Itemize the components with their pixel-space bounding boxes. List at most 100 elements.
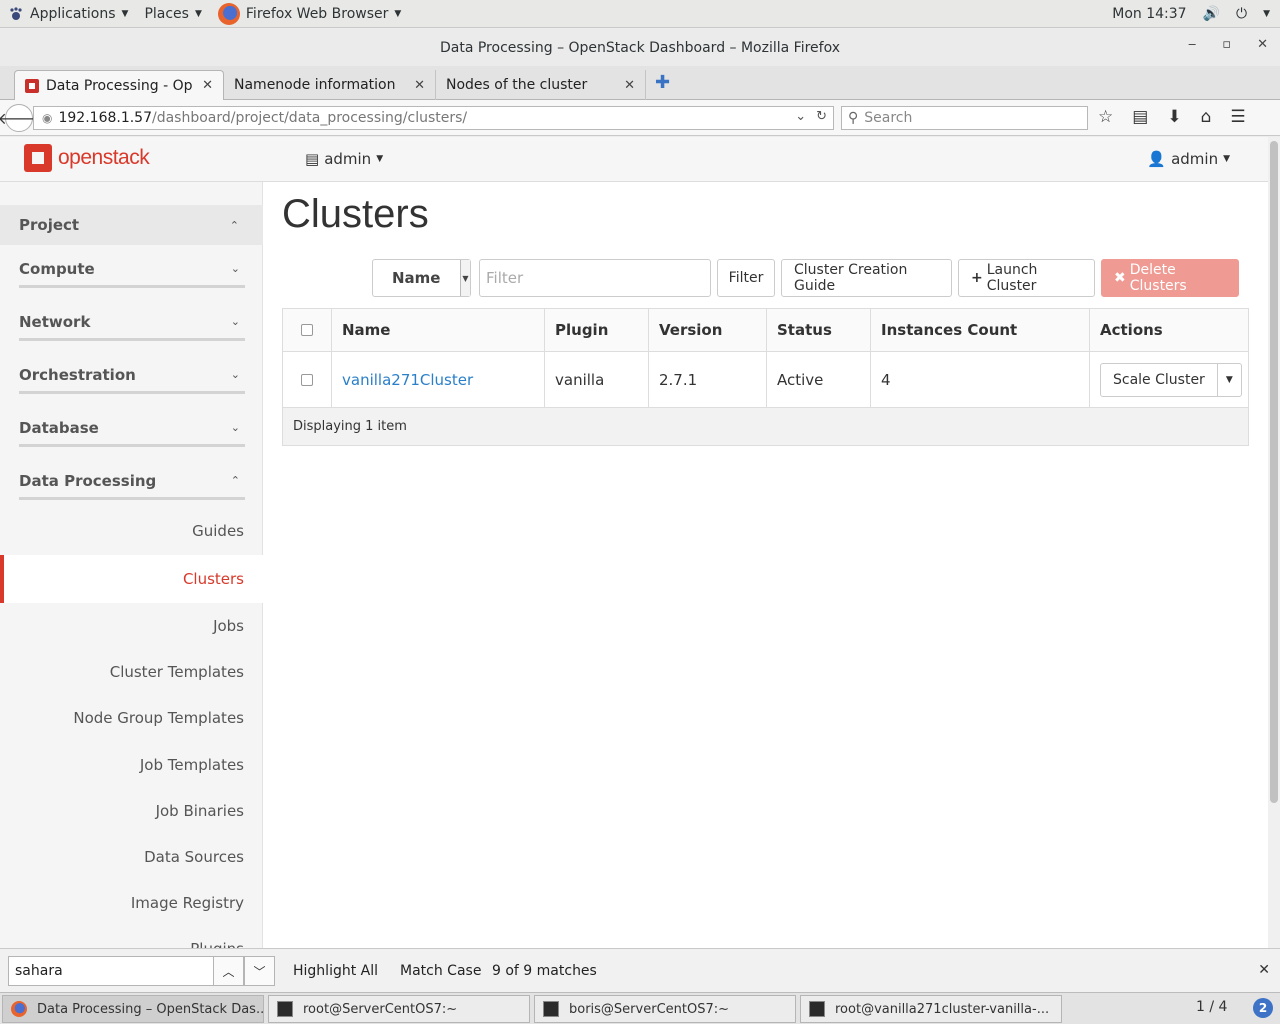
taskbar-item-firefox[interactable]: Data Processing – OpenStack Das... (2, 995, 264, 1023)
column-header-instances-count[interactable]: Instances Count (871, 309, 1090, 351)
column-header-plugin[interactable]: Plugin (545, 309, 649, 351)
cluster-name-link[interactable]: vanilla271Cluster (342, 371, 473, 389)
applications-label: Applications (30, 5, 116, 22)
chevron-down-icon[interactable]: ▼ (1263, 9, 1270, 19)
match-case-toggle[interactable]: Match Case (400, 963, 481, 979)
project-selector[interactable]: ▤ admin ▼ (305, 150, 383, 168)
reload-icon[interactable]: ↻ (816, 109, 827, 124)
sidebar-item-clusters[interactable]: Clusters (0, 555, 263, 603)
sidebar-section-label: Orchestration (19, 365, 136, 384)
sidebar-item-job-templates[interactable]: Job Templates (0, 742, 263, 788)
table-header: Name Plugin Version Status Instances Cou… (283, 309, 1248, 352)
url-history-dropdown-icon[interactable]: ⌄ (795, 109, 806, 124)
column-header-actions: Actions (1100, 321, 1163, 339)
user-menu[interactable]: 👤 admin ▼ (1147, 150, 1230, 168)
sidebar-item-job-binaries[interactable]: Job Binaries (0, 788, 263, 834)
clock[interactable]: Mon 14:37 (1112, 6, 1186, 22)
terminal-icon (543, 1001, 559, 1017)
sidebar-section-orchestration[interactable]: Orchestration ⌄ (19, 358, 245, 394)
site-info-icon[interactable]: ◉ (42, 111, 52, 125)
places-menu[interactable]: Places ▼ (136, 0, 209, 28)
taskbar-item-terminal[interactable]: root@ServerCentOS7:~ (268, 995, 530, 1023)
close-icon[interactable]: ✕ (202, 78, 213, 93)
tab-strip: Data Processing - Op... ✕ Namenode infor… (0, 66, 1280, 100)
close-icon[interactable]: ✕ (624, 78, 635, 93)
filter-button[interactable]: Filter (717, 259, 775, 297)
search-bar[interactable]: ⚲ (841, 106, 1088, 130)
instances-count-cell: 4 (871, 352, 1090, 407)
window-titlebar[interactable]: Data Processing – OpenStack Dashboard – … (0, 29, 1280, 66)
sidebar-item-label: Data Sources (144, 848, 244, 866)
tab-label: Namenode information (234, 77, 396, 93)
reading-list-icon[interactable]: ▤ (1132, 107, 1148, 127)
downloads-icon[interactable]: ⬇ (1167, 107, 1181, 127)
volume-icon[interactable]: 🔊 (1203, 6, 1220, 22)
find-next-icon[interactable]: ﹀ (244, 956, 275, 986)
filter-field-select[interactable]: Name ▼ (372, 259, 471, 297)
sidebar-item-plugins[interactable]: Plugins (0, 926, 263, 948)
close-icon[interactable]: ✕ (1257, 37, 1268, 52)
sidebar-item-node-group-templates[interactable]: Node Group Templates (0, 695, 263, 741)
sidebar-project-header[interactable]: Project ⌃ (0, 205, 263, 245)
launch-cluster-button[interactable]: + Launch Cluster (958, 259, 1095, 297)
sidebar-item-guides[interactable]: Guides (0, 508, 263, 554)
taskbar-item-terminal[interactable]: boris@ServerCentOS7:~ (534, 995, 796, 1023)
table-footer: Displaying 1 item (283, 408, 1248, 445)
select-all-cell (283, 309, 332, 351)
sidebar-section-database[interactable]: Database ⌄ (19, 411, 245, 447)
sidebar-item-jobs[interactable]: Jobs (0, 603, 263, 649)
notification-badge[interactable]: 2 (1253, 998, 1273, 1018)
tab-namenode-information[interactable]: Namenode information ✕ (224, 70, 436, 100)
hamburger-menu-icon[interactable]: ☰ (1230, 107, 1245, 127)
sidebar-item-cluster-templates[interactable]: Cluster Templates (0, 649, 263, 695)
status-cell: Active (767, 352, 871, 407)
openstack-logo[interactable]: openstack (24, 144, 150, 172)
new-tab-icon[interactable]: ✚ (655, 72, 670, 93)
scrollbar-thumb[interactable] (1270, 141, 1278, 803)
find-match-count: 9 of 9 matches (492, 963, 597, 979)
active-app-menu[interactable]: Firefox Web Browser ▼ (210, 0, 409, 28)
guide-button-label: Cluster Creation Guide (794, 262, 908, 294)
home-icon[interactable]: ⌂ (1201, 107, 1212, 127)
chevron-down-icon: ⌄ (230, 315, 240, 328)
minimize-icon[interactable]: ‒ (1188, 37, 1196, 52)
row-checkbox[interactable] (301, 373, 313, 386)
chevron-down-icon[interactable]: ▼ (1218, 364, 1241, 396)
search-input[interactable] (864, 110, 1065, 126)
sidebar-section-network[interactable]: Network ⌄ (19, 305, 245, 341)
cluster-creation-guide-button[interactable]: Cluster Creation Guide (781, 259, 952, 297)
page-scrollbar[interactable] (1268, 137, 1280, 948)
openstack-favicon-icon (25, 78, 39, 93)
sidebar-item-label: Jobs (213, 617, 244, 635)
column-header-status[interactable]: Status (767, 309, 871, 351)
scale-cluster-button[interactable]: Scale Cluster (1101, 363, 1218, 396)
bookmark-star-icon[interactable]: ☆ (1098, 107, 1113, 127)
filter-input[interactable] (479, 259, 711, 297)
back-arrow-icon[interactable]: 🡐 (0, 104, 40, 132)
maximize-icon[interactable]: ▫ (1222, 37, 1231, 52)
url-path: /dashboard/project/data_processing/clust… (152, 110, 468, 126)
tab-nodes-of-the-cluster[interactable]: Nodes of the cluster ✕ (436, 70, 646, 100)
url-host: 192.168.1.57 (58, 110, 152, 126)
column-header-name[interactable]: Name (332, 309, 545, 351)
highlight-all-toggle[interactable]: Highlight All (293, 963, 378, 979)
table-row: vanilla271Cluster vanilla 2.7.1 Active 4… (283, 352, 1248, 408)
sidebar-section-compute[interactable]: Compute ⌄ (19, 252, 245, 288)
applications-menu[interactable]: Applications ▼ (0, 0, 136, 28)
close-icon[interactable]: ✕ (1258, 962, 1270, 978)
chevron-down-icon: ▼ (394, 8, 402, 19)
close-icon[interactable]: ✕ (414, 78, 425, 93)
url-bar[interactable]: ◉ 192.168.1.57/dashboard/project/data_pr… (33, 106, 834, 130)
select-all-checkbox[interactable] (301, 324, 313, 336)
delete-clusters-button[interactable]: ✖ Delete Clusters (1101, 259, 1239, 297)
find-previous-icon[interactable]: ︿ (213, 956, 244, 986)
power-icon[interactable]: ⏻ (1236, 6, 1247, 22)
taskbar-item-terminal[interactable]: root@vanilla271cluster-vanilla-... (800, 995, 1062, 1023)
workspace-indicator[interactable]: 1 / 4 (1196, 999, 1227, 1015)
tab-data-processing[interactable]: Data Processing - Op... ✕ (14, 70, 224, 100)
column-header-version[interactable]: Version (649, 309, 767, 351)
sidebar-section-data-processing[interactable]: Data Processing ⌃ (19, 464, 245, 500)
find-input[interactable] (8, 956, 214, 986)
sidebar-item-image-registry[interactable]: Image Registry (0, 880, 263, 926)
sidebar-item-data-sources[interactable]: Data Sources (0, 834, 263, 880)
